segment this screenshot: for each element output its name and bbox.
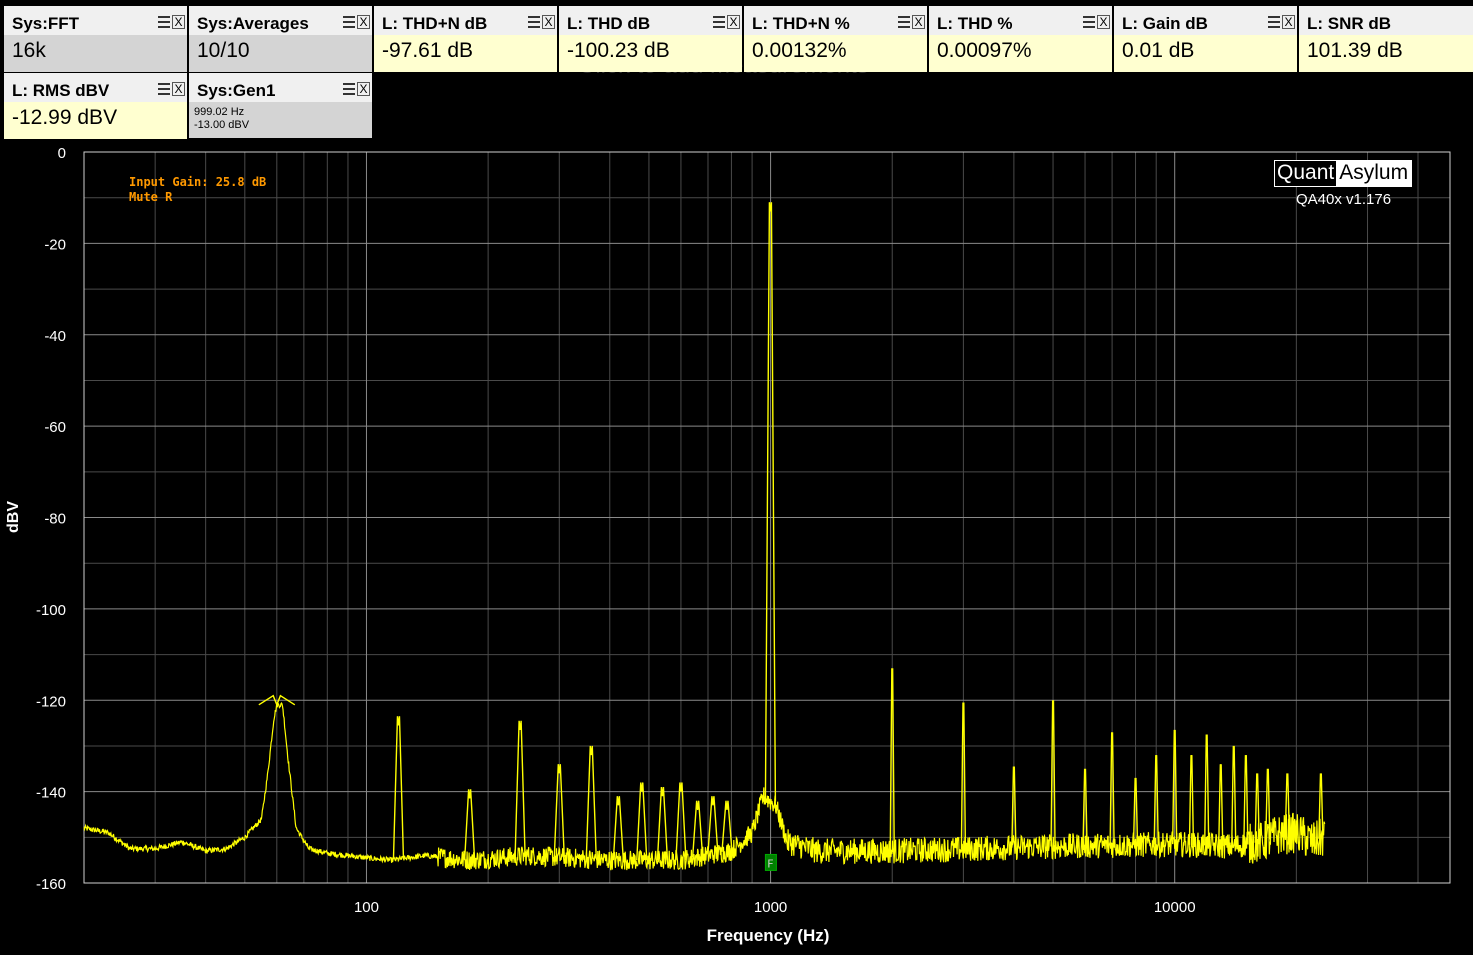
y-tick-label: -80 <box>44 511 66 528</box>
spectrum-peak <box>1188 755 1195 845</box>
y-tick-label: -60 <box>44 419 66 436</box>
close-icon[interactable]: X <box>912 15 925 29</box>
spectrum-peak <box>514 720 526 857</box>
tile-thd-n-db[interactable]: L: THD+N dB X -97.61 dB <box>374 6 557 72</box>
tile-title: L: SNR dB <box>1307 14 1392 33</box>
noise-floor-trace <box>83 702 1326 871</box>
x-tick-label: 10000 <box>1154 899 1196 916</box>
close-icon[interactable]: X <box>172 82 185 96</box>
tile-value: -97.61 dB <box>374 35 557 72</box>
tile-value: 10/10 <box>189 35 372 72</box>
spectrum-peak <box>656 786 669 861</box>
spectrum-peak <box>721 800 733 852</box>
tile-sys-averages[interactable]: Sys:Averages X 10/10 <box>189 6 372 72</box>
menu-icon[interactable] <box>1083 15 1095 29</box>
close-icon[interactable]: X <box>542 15 555 29</box>
tile-value: 16k <box>4 35 187 72</box>
tile-title: L: THD % <box>937 14 1013 33</box>
gen-frequency: 999.02 Hz <box>194 106 245 118</box>
tile-title: Sys:Averages <box>197 14 309 33</box>
tile-thd-percent[interactable]: L: THD % X 0.00097% <box>929 6 1112 72</box>
tile-gain-db[interactable]: L: Gain dB X 0.01 dB <box>1114 6 1297 72</box>
spectrum-peak <box>636 782 648 861</box>
input-gain-annotation: Input Gain: 25.8 dB <box>129 175 267 189</box>
tile-title: L: Gain dB <box>1122 14 1208 33</box>
y-tick-label: 0 <box>58 145 66 162</box>
close-icon[interactable]: X <box>357 82 370 96</box>
spectrum-peak <box>691 800 704 858</box>
spectrum-peak <box>1284 773 1291 834</box>
spectrum-peak <box>1243 755 1249 845</box>
menu-icon[interactable] <box>343 15 355 29</box>
y-axis-label: dBV <box>5 501 22 533</box>
menu-icon[interactable] <box>1268 15 1280 29</box>
tile-value: -100.23 dB <box>559 35 742 72</box>
quantasylum-logo: Quant Asylum <box>1274 160 1413 187</box>
fft-spectrum-chart[interactable]: 0-20-40-60-80-100-120-140-160 100 1000 100… <box>0 0 1473 955</box>
spectrum-peak <box>585 745 597 860</box>
spectrum-peak <box>1231 745 1237 847</box>
menu-icon[interactable] <box>898 15 910 29</box>
menu-icon[interactable] <box>713 15 725 29</box>
x-axis-ticks: 100 1000 10000 <box>354 899 1196 916</box>
spectrum-peak <box>463 789 476 861</box>
tile-value: 0.01 dB <box>1114 35 1297 72</box>
tile-value: -12.99 dBV <box>4 102 187 139</box>
spectrum-peak <box>1218 764 1224 846</box>
tile-sys-gen1[interactable]: Sys:Gen1 X 999.02 Hz -13.00 dBV <box>189 73 372 138</box>
close-icon[interactable]: X <box>357 15 370 29</box>
version-label: QA40x v1.176 <box>1296 191 1392 208</box>
spectrum-peak <box>1204 734 1210 846</box>
tile-title: L: THD+N dB <box>382 14 488 33</box>
spectrum-peak <box>1318 773 1324 839</box>
tile-snr-db[interactable]: L: SNR dB 101.39 dB <box>1299 6 1473 72</box>
spectrum-peak <box>707 796 719 855</box>
tile-title: L: RMS dBV <box>12 81 110 100</box>
close-icon[interactable]: X <box>1097 15 1110 29</box>
logo-part-asylum: Asylum <box>1336 161 1412 186</box>
y-axis-ticks: 0 -20 -40 -60 -80 -100 -120 -140 -160 <box>36 145 66 893</box>
menu-icon[interactable] <box>158 15 170 29</box>
y-tick-label: -120 <box>36 693 66 710</box>
series-left-channel <box>83 202 1326 871</box>
close-icon[interactable]: X <box>1282 15 1295 29</box>
close-icon[interactable]: X <box>727 15 740 29</box>
tile-value: 101.39 dB <box>1299 35 1473 72</box>
tile-thd-n-percent[interactable]: L: THD+N % X 0.00132% <box>744 6 927 72</box>
tile-value: 0.00132% <box>744 35 927 72</box>
tile-title: L: THD+N % <box>752 14 850 33</box>
mute-annotation: Mute R <box>129 190 173 204</box>
tile-title: L: THD dB <box>567 14 651 33</box>
marker-label: F <box>767 857 773 870</box>
y-tick-label: -140 <box>36 785 66 802</box>
y-tick-label: -40 <box>44 328 66 345</box>
fundamental-marker-group[interactable]: F <box>764 853 777 871</box>
tile-sys-fft[interactable]: Sys:FFT X 16k <box>4 6 187 72</box>
y-tick-label: -20 <box>44 236 66 253</box>
menu-icon[interactable] <box>343 82 355 96</box>
x-tick-label: 100 <box>354 899 379 916</box>
spectrum-peak <box>1254 773 1260 843</box>
close-icon[interactable]: X <box>172 15 185 29</box>
tile-title: Sys:FFT <box>12 14 80 33</box>
gen-level: -13.00 dBV <box>194 119 250 131</box>
y-tick-label: -160 <box>36 876 66 893</box>
tile-value: 0.00097% <box>929 35 1112 72</box>
menu-icon[interactable] <box>158 82 170 96</box>
tile-title: Sys:Gen1 <box>197 81 276 100</box>
x-axis-label: Frequency (Hz) <box>707 926 830 945</box>
spectrum-peak <box>612 796 625 861</box>
tile-thd-db[interactable]: L: THD dB X -100.23 dB <box>559 6 742 72</box>
logo-part-quant: Quant <box>1275 161 1337 186</box>
x-tick-label: 1000 <box>754 899 787 916</box>
y-tick-label: -100 <box>36 602 66 619</box>
menu-icon[interactable] <box>528 15 540 29</box>
tile-rms-dbv[interactable]: L: RMS dBV X -12.99 dBV <box>4 73 187 139</box>
